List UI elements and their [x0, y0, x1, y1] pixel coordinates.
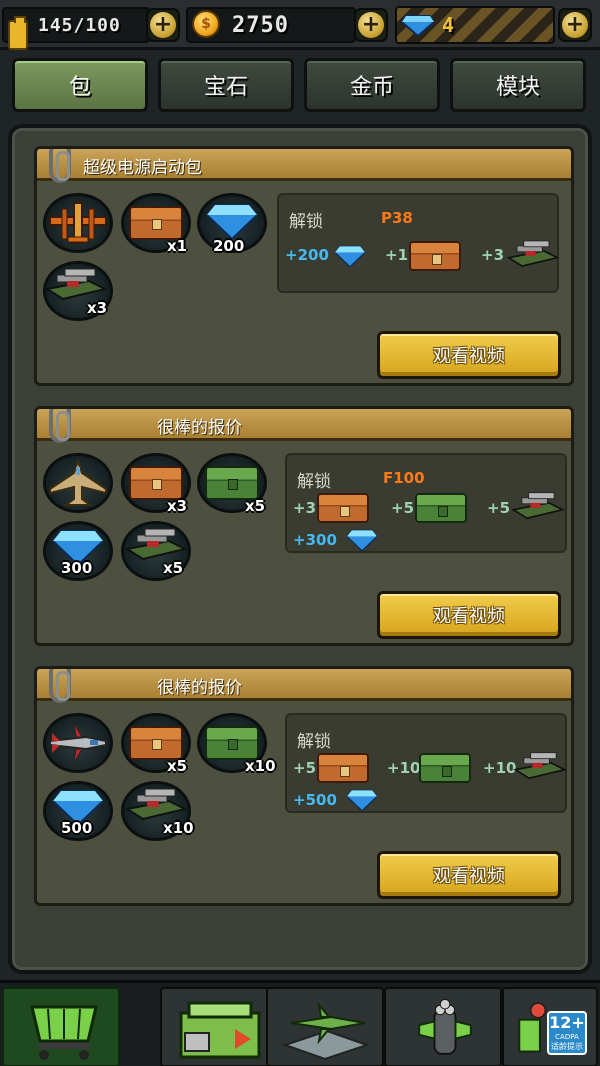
orange-chest-icon — [317, 753, 369, 783]
paperclip-icon — [49, 669, 71, 703]
energy-counter: 145/100 — [2, 7, 150, 50]
shop-tabs: 包 宝石 金币 模块 — [0, 52, 600, 118]
item-quantity: 200 — [213, 237, 245, 255]
unlock-info-panel: 解锁 F100 +3 +5 +5 +300 — [285, 453, 567, 553]
green-chest-icon — [419, 753, 471, 783]
reward-gem-amount: +500 — [293, 791, 337, 809]
paperclip-icon — [49, 149, 71, 183]
unlock-info-panel: 解锁 +5 +10 +10 +500 — [285, 713, 567, 813]
item-quantity: x3 — [87, 299, 108, 317]
plane-red-jet-icon — [49, 722, 107, 764]
watch-video-button[interactable]: 观看视频 — [377, 591, 561, 639]
unlock-label: 解锁 — [297, 472, 331, 492]
item-quantity: x5 — [245, 497, 266, 515]
plane-p38-icon — [49, 202, 107, 244]
reward-chest-amount: +5 — [293, 759, 317, 777]
bottom-nav — [0, 980, 600, 1066]
nav-supplies[interactable] — [160, 987, 278, 1066]
item-quantity: x5 — [167, 757, 188, 775]
battery-icon — [8, 16, 28, 50]
orange-chest-icon — [129, 466, 183, 500]
plus-icon: + — [562, 12, 588, 38]
offer-title: 很棒的报价 — [157, 678, 242, 698]
coin-icon: $ — [192, 10, 220, 38]
nav-hangar[interactable] — [266, 987, 384, 1066]
item-quantity: x3 — [167, 497, 188, 515]
watch-video-button[interactable]: 观看视频 — [377, 851, 561, 899]
hangar-plane-icon — [281, 1001, 371, 1061]
gatling-gun-icon — [418, 998, 472, 1055]
gem-icon — [347, 789, 377, 811]
coin-value: 2750 — [232, 12, 289, 38]
watch-video-button[interactable]: 观看视频 — [377, 331, 561, 379]
top-resource-bar: 145/100 + 2750 $ + 4 + — [0, 0, 600, 50]
orange-chest-icon — [129, 726, 183, 760]
unlock-label: 解锁 — [289, 212, 323, 232]
add-coins-button[interactable]: + — [354, 8, 388, 42]
offers-panel: 超级电源启动包 x1 200 x3 解锁 P38 +200 +1 +3 观看视频… — [8, 124, 592, 974]
item-quantity: 500 — [61, 819, 93, 837]
nav-shop[interactable] — [2, 987, 120, 1066]
item-quantity: x1 — [167, 237, 188, 255]
reward-green-chest-amount: +5 — [391, 499, 415, 517]
age-rating-org: CADPA — [555, 1033, 579, 1041]
weapon-rack-icon — [507, 240, 559, 267]
add-gems-button[interactable]: + — [558, 8, 592, 42]
nav-weapons[interactable] — [384, 987, 502, 1066]
offer-title: 很棒的报价 — [157, 418, 242, 438]
gem-icon — [207, 204, 257, 239]
tab-coins[interactable]: 金币 — [304, 58, 440, 112]
offer-header: 超级电源启动包 — [37, 149, 571, 181]
reward-green-chest-amount: +10 — [387, 759, 421, 777]
reward-rack-amount: +5 — [487, 499, 511, 517]
orange-chest-icon — [317, 493, 369, 523]
energy-value: 145/100 — [38, 14, 121, 36]
offer-card: 超级电源启动包 x1 200 x3 解锁 P38 +200 +1 +3 观看视频 — [34, 146, 574, 386]
offer-header: 很棒的报价 — [37, 409, 571, 441]
age-rating-value: 12+ — [549, 1013, 585, 1032]
item-quantity: x5 — [163, 559, 184, 577]
gem-value: 4 — [442, 13, 455, 37]
age-rating-badge: 12+ CADPA 适龄提示 — [547, 1011, 587, 1055]
green-chest-icon — [205, 466, 259, 500]
plus-icon: + — [150, 12, 176, 38]
paperclip-icon — [49, 409, 71, 443]
unlock-info-panel: 解锁 P38 +200 +1 +3 — [277, 193, 559, 293]
orange-chest-icon — [409, 241, 461, 271]
plus-icon: + — [358, 12, 384, 38]
item-quantity: x10 — [163, 819, 194, 837]
reward-gem-amount: +200 — [285, 246, 329, 264]
plane-f100-icon — [49, 459, 107, 506]
unlock-plane-name: F100 — [383, 469, 425, 487]
item-quantity: x10 — [245, 757, 276, 775]
orange-chest-icon — [129, 206, 183, 240]
offer-header: 很棒的报价 — [37, 669, 571, 701]
gem-icon — [347, 529, 377, 551]
gem-icon — [402, 15, 434, 36]
green-chest-icon — [415, 493, 467, 523]
tab-pack[interactable]: 包 — [12, 58, 148, 112]
tab-gems[interactable]: 宝石 — [158, 58, 294, 112]
reward-chest-amount: +3 — [293, 499, 317, 517]
item-quantity: 300 — [61, 559, 93, 577]
age-rating-caption: 适龄提示 — [551, 1042, 583, 1051]
weapon-rack-icon — [513, 752, 567, 780]
green-chest-icon — [205, 726, 259, 760]
reward-chest-amount: +1 — [385, 246, 409, 264]
supply-crate-icon — [179, 1001, 261, 1059]
reward-rack-amount: +3 — [481, 246, 505, 264]
reward-rack-amount: +10 — [483, 759, 517, 777]
reward-gem-amount: +300 — [293, 531, 337, 549]
offer-title: 超级电源启动包 — [83, 158, 202, 178]
offer-card: 很棒的报价 x5 x10 500 x10 解锁 +5 +10 +10 +500 … — [34, 666, 574, 906]
gem-icon — [335, 245, 365, 267]
weapon-rack-icon — [511, 492, 565, 520]
offer-card: 很棒的报价 x3 x5 300 x5 解锁 F100 +3 +5 +5 +300… — [34, 406, 574, 646]
tab-modules[interactable]: 模块 — [450, 58, 586, 112]
unlock-label: 解锁 — [297, 732, 331, 752]
unlock-plane-name: P38 — [381, 209, 413, 227]
add-energy-button[interactable]: + — [146, 8, 180, 42]
shop-cart-icon — [30, 1005, 98, 1060]
